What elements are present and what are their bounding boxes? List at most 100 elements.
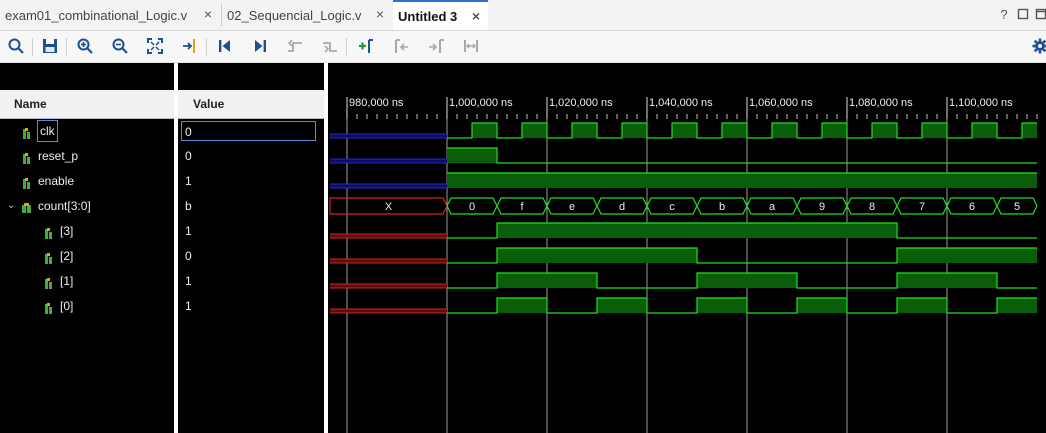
signal-value-label: 0 xyxy=(185,149,192,163)
wave-trace xyxy=(447,147,1037,164)
help-icon[interactable]: ? xyxy=(997,8,1011,22)
waveform-pane[interactable]: 980,000 ns 1,000,000 ns 1,020,000 ns 1,040,… xyxy=(328,63,1046,433)
swap-cursors-icon[interactable] xyxy=(461,36,481,56)
wave-high-fill xyxy=(797,298,847,313)
close-icon[interactable]: × xyxy=(470,9,482,23)
bit-signal-icon xyxy=(22,175,32,189)
wave-high-fill xyxy=(547,273,597,288)
wave-high-fill xyxy=(997,248,1037,263)
signal-row-value[interactable]: 0 xyxy=(178,245,324,267)
signal-row-name[interactable]: [1] xyxy=(0,270,174,292)
settings-gear-icon[interactable] xyxy=(1030,36,1046,56)
name-header-label: Name xyxy=(14,97,47,111)
wave-high-fill xyxy=(672,123,697,138)
signal-row-value[interactable]: 1 xyxy=(178,170,324,192)
signal-value-label: 1 xyxy=(185,224,192,238)
ruler-tick-label: 1,040,000 ns xyxy=(649,97,713,109)
wave-high-fill xyxy=(547,248,597,263)
signal-row-value[interactable]: 0 xyxy=(178,120,324,142)
value-column-header[interactable]: Value xyxy=(178,90,324,119)
search-icon[interactable] xyxy=(6,36,26,56)
signal-name-label: reset_p xyxy=(38,149,79,163)
toolbar-divider xyxy=(66,38,67,56)
value-header-label: Value xyxy=(193,97,225,111)
signal-name-pane: Name clk reset_penable ⌄ count[3:0] [3] [2] [1… xyxy=(0,63,174,433)
previous-marker-icon[interactable] xyxy=(391,36,411,56)
previous-transition-icon[interactable] xyxy=(285,36,305,56)
waveform-canvas[interactable]: 980,000 ns 1,000,000 ns 1,020,000 ns 1,040,… xyxy=(328,63,1046,433)
bus-value-label: b xyxy=(719,201,725,213)
tab-untitled-3[interactable]: Untitled 3 × xyxy=(393,0,488,30)
signal-value-label: 1 xyxy=(185,174,192,188)
ruler-tick-label: 1,020,000 ns xyxy=(549,97,613,109)
signal-name-label: [2] xyxy=(60,249,74,263)
signal-row-name[interactable]: [3] xyxy=(0,220,174,242)
zoom-in-icon[interactable] xyxy=(75,36,95,56)
undefined-fill xyxy=(330,184,447,188)
maximize-icon[interactable] xyxy=(1034,8,1046,22)
tab-sequencial-logic[interactable]: 02_Sequencial_Logic.v × xyxy=(222,0,392,30)
add-marker-icon[interactable] xyxy=(356,36,376,56)
signal-row-name[interactable]: clk xyxy=(0,120,174,142)
restore-icon[interactable] xyxy=(1016,8,1030,22)
signal-row-name[interactable]: reset_p xyxy=(0,145,174,167)
tab-label: Untitled 3 xyxy=(398,8,458,24)
wave-high-fill xyxy=(997,298,1037,313)
wave-high-fill xyxy=(747,273,797,288)
undefined-fill xyxy=(330,159,447,163)
signal-value-label: 0 xyxy=(181,121,316,141)
signal-row-value[interactable]: 1 xyxy=(178,270,324,292)
bus-value-label: a xyxy=(769,201,776,213)
undefined-fill xyxy=(330,234,447,238)
zoom-fit-icon[interactable] xyxy=(145,36,165,56)
go-to-time-zero-icon[interactable] xyxy=(215,36,235,56)
editor-tab-bar: exam01_combinational_Logic.v × 02_Sequen… xyxy=(0,0,1046,31)
name-column-header[interactable]: Name xyxy=(0,90,174,119)
wave-high-fill xyxy=(697,223,747,238)
signal-name-label: count[3:0] xyxy=(38,199,91,213)
save-icon[interactable] xyxy=(40,36,60,56)
close-icon[interactable]: × xyxy=(374,7,386,21)
signal-value-label: b xyxy=(185,199,192,213)
bit-signal-icon xyxy=(44,300,54,314)
wave-high-fill xyxy=(822,123,847,138)
bus-signal-icon xyxy=(22,200,32,213)
wave-high-fill xyxy=(647,223,697,238)
ruler-tick-label: 1,100,000 ns xyxy=(949,97,1013,109)
wave-high-fill xyxy=(872,123,897,138)
wave-high-fill xyxy=(972,123,997,138)
wave-high-fill xyxy=(497,248,547,263)
signal-row-value[interactable]: 0 xyxy=(178,145,324,167)
next-marker-icon[interactable] xyxy=(426,36,446,56)
zoom-out-icon[interactable] xyxy=(110,36,130,56)
tab-exam01-combinational-logic[interactable]: exam01_combinational_Logic.v × xyxy=(0,0,220,30)
wave-high-fill xyxy=(747,223,797,238)
next-transition-icon[interactable] xyxy=(320,36,340,56)
signal-row-value[interactable]: b xyxy=(178,195,324,217)
wave-high-fill xyxy=(1022,123,1037,138)
signal-row-value[interactable]: 1 xyxy=(178,295,324,317)
wave-high-fill xyxy=(597,298,647,313)
chevron-down-icon[interactable]: ⌄ xyxy=(7,195,15,217)
tab-label: 02_Sequencial_Logic.v xyxy=(227,7,362,23)
signal-row-name[interactable]: ⌄ count[3:0] xyxy=(0,195,174,217)
bus-value-label: 7 xyxy=(919,201,925,213)
wave-high-fill xyxy=(897,273,947,288)
go-to-last-time-icon[interactable] xyxy=(250,36,270,56)
ruler-tick-label: 1,000,000 ns xyxy=(449,97,513,109)
wave-high-fill xyxy=(497,273,547,288)
signal-row-name[interactable]: enable xyxy=(0,170,174,192)
wave-high-fill xyxy=(622,123,647,138)
go-to-cursor-icon[interactable] xyxy=(180,36,200,56)
bit-signal-icon xyxy=(44,225,54,239)
bit-signal-icon xyxy=(22,125,32,139)
signal-row-name[interactable]: [2] xyxy=(0,245,174,267)
ruler-tick-label: 980,000 ns xyxy=(349,97,404,109)
wave-high-fill xyxy=(447,148,497,163)
signal-row-value[interactable]: 1 xyxy=(178,220,324,242)
close-icon[interactable]: × xyxy=(202,7,214,21)
undefined-fill xyxy=(330,259,447,263)
signal-row-name[interactable]: [0] xyxy=(0,295,174,317)
undefined-fill xyxy=(330,134,447,138)
wave-high-fill xyxy=(697,273,747,288)
